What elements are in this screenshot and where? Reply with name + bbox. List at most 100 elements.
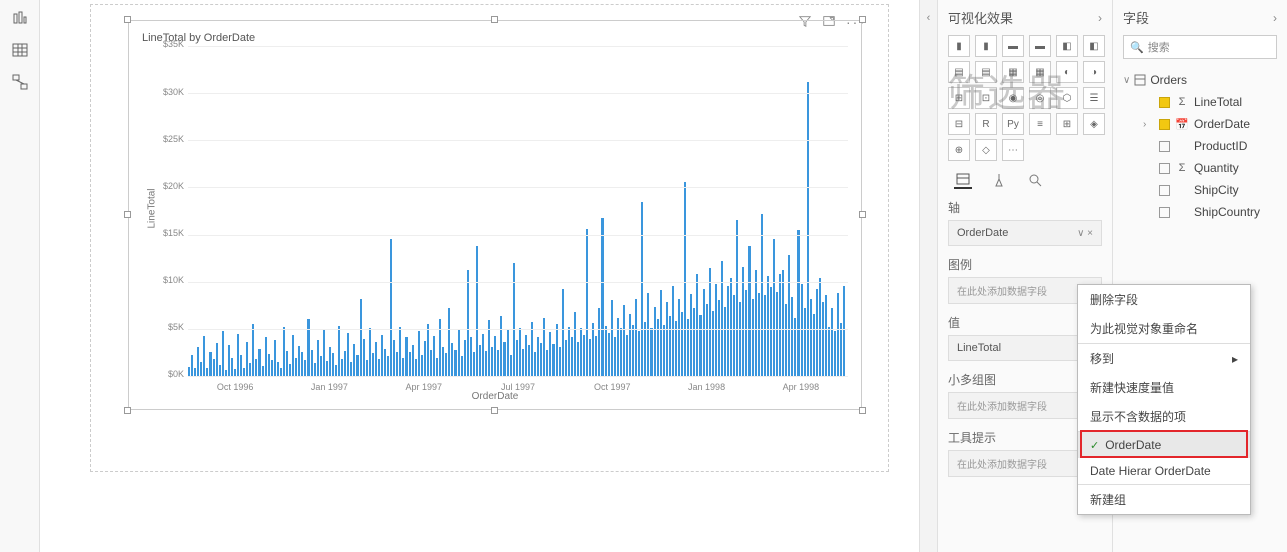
viz-type-icon[interactable]: ⊡	[975, 87, 997, 109]
bar[interactable]	[822, 302, 824, 376]
bar[interactable]	[329, 347, 331, 376]
bar[interactable]	[657, 319, 659, 377]
column-chart-visual[interactable]: ··· LineTotal by OrderDate LineTotal Ord…	[128, 20, 862, 410]
bar[interactable]	[479, 345, 481, 376]
bar[interactable]	[200, 362, 202, 376]
bar[interactable]	[396, 352, 398, 376]
bar[interactable]	[617, 318, 619, 376]
bar[interactable]	[663, 325, 665, 376]
bar[interactable]	[360, 299, 362, 376]
bar[interactable]	[730, 278, 732, 376]
resize-handle[interactable]	[124, 211, 131, 218]
bar[interactable]	[699, 315, 701, 376]
context-menu-item[interactable]: Date Hierar OrderDate	[1078, 458, 1250, 484]
bar[interactable]	[580, 328, 582, 376]
bar[interactable]	[819, 278, 821, 376]
bar[interactable]	[298, 346, 300, 376]
field-checkbox[interactable]	[1159, 97, 1170, 108]
viz-type-icon[interactable]: ◐	[1056, 61, 1078, 83]
bar[interactable]	[314, 363, 316, 376]
bar[interactable]	[788, 255, 790, 376]
context-menu-item[interactable]: 显示不含数据的项	[1078, 402, 1250, 431]
bar[interactable]	[559, 347, 561, 376]
bar[interactable]	[571, 337, 573, 376]
viz-type-icon[interactable]: ⊞	[948, 87, 970, 109]
bar[interactable]	[188, 367, 190, 376]
resize-handle[interactable]	[859, 211, 866, 218]
bar[interactable]	[727, 286, 729, 376]
bar[interactable]	[335, 365, 337, 376]
bar[interactable]	[399, 327, 401, 376]
bar[interactable]	[831, 308, 833, 376]
expand-icon[interactable]: ›	[1143, 119, 1153, 130]
bar[interactable]	[687, 319, 689, 377]
bar[interactable]	[307, 319, 309, 377]
bar[interactable]	[378, 359, 380, 376]
bar[interactable]	[213, 359, 215, 376]
bar[interactable]	[525, 335, 527, 376]
resize-handle[interactable]	[124, 16, 131, 23]
bar[interactable]	[834, 331, 836, 376]
bar[interactable]	[598, 308, 600, 376]
bar[interactable]	[690, 294, 692, 376]
bar[interactable]	[549, 332, 551, 376]
bar[interactable]	[770, 287, 772, 376]
bar[interactable]	[825, 295, 827, 376]
bar[interactable]	[552, 344, 554, 376]
context-menu-item[interactable]: 删除字段	[1078, 285, 1250, 314]
bar[interactable]	[706, 304, 708, 376]
bar[interactable]	[531, 322, 533, 376]
bar[interactable]	[733, 295, 735, 376]
bar[interactable]	[797, 230, 799, 376]
bar[interactable]	[586, 229, 588, 376]
bar[interactable]	[739, 302, 741, 376]
viz-type-icon[interactable]: ▬	[1002, 35, 1024, 57]
bar[interactable]	[366, 360, 368, 376]
bar[interactable]	[258, 349, 260, 376]
bar[interactable]	[433, 336, 435, 376]
bar[interactable]	[583, 335, 585, 376]
bar[interactable]	[810, 299, 812, 376]
field-checkbox[interactable]	[1159, 163, 1170, 174]
bar[interactable]	[292, 335, 294, 376]
bar[interactable]	[519, 328, 521, 376]
bar[interactable]	[669, 316, 671, 376]
bar[interactable]	[641, 202, 643, 376]
bar[interactable]	[332, 353, 334, 376]
bar[interactable]	[595, 336, 597, 376]
bar[interactable]	[503, 342, 505, 376]
fields-search-input[interactable]: 🔍 搜索	[1123, 35, 1277, 59]
field-item[interactable]: ›📅OrderDate	[1123, 113, 1277, 135]
bar[interactable]	[755, 270, 757, 376]
bar[interactable]	[540, 343, 542, 376]
bar[interactable]	[837, 293, 839, 376]
field-item[interactable]: ShipCountry	[1123, 201, 1277, 223]
bar[interactable]	[286, 351, 288, 376]
bar[interactable]	[197, 347, 199, 376]
report-view-icon[interactable]	[10, 8, 30, 28]
bar[interactable]	[304, 360, 306, 376]
bar[interactable]	[577, 342, 579, 376]
bar[interactable]	[231, 358, 233, 376]
bar[interactable]	[507, 330, 509, 376]
bar[interactable]	[491, 347, 493, 376]
bar[interactable]	[409, 352, 411, 377]
viz-type-icon[interactable]: ☰	[1083, 87, 1105, 109]
viz-type-icon[interactable]: ▮	[948, 35, 970, 57]
bar[interactable]	[442, 347, 444, 376]
bar[interactable]	[280, 368, 282, 376]
bar[interactable]	[568, 327, 570, 376]
viz-type-icon[interactable]: R	[975, 113, 997, 135]
bar[interactable]	[513, 263, 515, 376]
viz-type-icon[interactable]: ◑	[1083, 61, 1105, 83]
collapse-fields-panel-icon[interactable]: ›	[1273, 11, 1277, 25]
bar[interactable]	[693, 308, 695, 376]
viz-type-icon[interactable]: ◧	[1056, 35, 1078, 57]
bar[interactable]	[804, 308, 806, 376]
bar[interactable]	[752, 299, 754, 376]
field-checkbox[interactable]	[1159, 185, 1170, 196]
viz-type-icon[interactable]: ◎	[1029, 87, 1051, 109]
bar[interactable]	[246, 342, 248, 376]
bar[interactable]	[482, 334, 484, 376]
bar[interactable]	[782, 270, 784, 376]
